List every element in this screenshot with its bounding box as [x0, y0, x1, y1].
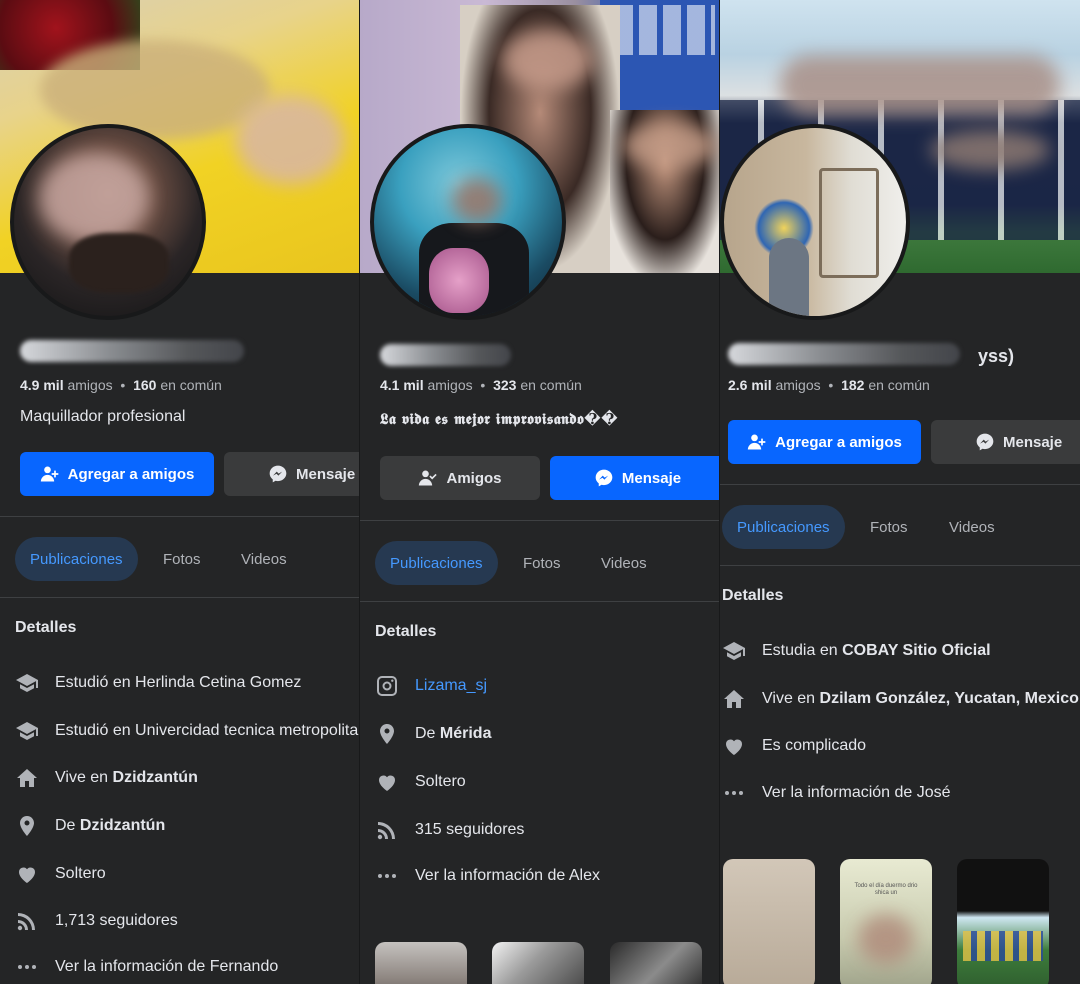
tab-videos[interactable]: Videos: [586, 541, 662, 585]
location-pin-icon: [375, 722, 399, 746]
instagram-icon: [375, 674, 399, 698]
graduation-cap-icon: [15, 719, 39, 743]
profile-name-suffix: yss): [978, 346, 1015, 366]
tab-publicaciones[interactable]: Publicaciones: [722, 505, 845, 549]
profile-bio: Maquillador profesional: [20, 408, 186, 425]
home-icon: [15, 766, 39, 790]
tab-publicaciones[interactable]: Publicaciones: [15, 537, 138, 581]
story-thumbnail[interactable]: [723, 859, 815, 984]
detail-lives-in: Vive en Dzilam González, Yucatan, Mexico: [722, 687, 1079, 711]
story-thumbnail[interactable]: [375, 942, 467, 984]
rss-icon: [375, 818, 399, 842]
divider: [360, 601, 719, 602]
divider: [0, 597, 359, 598]
detail-from: De Dzidzantún: [15, 814, 165, 838]
detail-education-1: Estudió en Herlinda Cetina Gomez: [15, 671, 301, 695]
detail-from: De Mérida: [375, 722, 491, 746]
profile-panel-fernando: 4.9 mil amigos • 160 en común Maquillado…: [0, 0, 359, 984]
tab-fotos[interactable]: Fotos: [508, 541, 576, 585]
blurred-faces: [930, 130, 1050, 170]
messenger-icon: [269, 465, 287, 483]
friend-stats: 4.1 mil amigos • 323 en común: [380, 377, 582, 393]
graduation-cap-icon: [722, 639, 746, 663]
divider: [360, 520, 719, 521]
add-friend-icon: [747, 434, 766, 450]
see-more-info-link[interactable]: Ver la información de Fernando: [15, 955, 278, 979]
profile-avatar[interactable]: [370, 124, 566, 320]
location-pin-icon: [15, 814, 39, 838]
story-thumbnail[interactable]: [492, 942, 584, 984]
heart-icon: [15, 862, 39, 886]
profile-bio: 𝕷𝖆 𝖛𝖎𝖉𝖆 𝖊𝖘 𝖒𝖊𝖏𝖔𝖗 𝖎𝖒𝖕𝖗𝖔𝖛𝖎𝖘𝖆𝖓𝖉𝖔��: [380, 410, 619, 428]
heart-icon: [375, 770, 399, 794]
blurred-face: [622, 123, 718, 168]
friend-stats: 2.6 mil amigos • 182 en común: [728, 377, 930, 393]
story-thumbnail[interactable]: [610, 942, 702, 984]
friends-button[interactable]: Amigos: [380, 456, 540, 500]
message-button[interactable]: Mensaje: [224, 452, 359, 496]
profile-avatar[interactable]: [720, 124, 910, 320]
detail-education: Estudia en COBAY Sitio Oficial: [722, 639, 991, 663]
friends-check-icon: [419, 470, 438, 486]
message-button[interactable]: Mensaje: [931, 420, 1080, 464]
story-thumbnail[interactable]: [957, 859, 1049, 984]
tab-fotos[interactable]: Fotos: [148, 537, 216, 581]
tab-fotos[interactable]: Fotos: [855, 505, 923, 549]
add-friend-icon: [40, 466, 58, 482]
see-more-info-link[interactable]: Ver la información de Alex: [375, 864, 600, 888]
home-icon: [722, 687, 746, 711]
messenger-icon: [595, 469, 613, 487]
tab-videos[interactable]: Videos: [226, 537, 302, 581]
profile-panel-alex: 4.1 mil amigos • 323 en común 𝕷𝖆 𝖛𝖎𝖉𝖆 𝖊𝖘…: [360, 0, 719, 984]
detail-followers: 315 seguidores: [375, 818, 524, 842]
see-more-info-link[interactable]: Ver la información de José: [722, 781, 951, 805]
blurred-profile-name: [20, 340, 244, 362]
details-title: Detalles: [375, 623, 437, 640]
blurred-faces: [780, 55, 1060, 115]
details-title: Detalles: [722, 587, 784, 604]
message-button[interactable]: Mensaje: [550, 456, 719, 500]
detail-education-2: Estudió en Univercidad tecnica metropoli…: [15, 719, 359, 743]
tab-publicaciones[interactable]: Publicaciones: [375, 541, 498, 585]
divider: [720, 484, 1080, 485]
profile-panel-jose: yss) 2.6 mil amigos • 182 en común Agreg…: [720, 0, 1080, 984]
profile-avatar[interactable]: [10, 124, 206, 320]
more-dots-icon: [375, 864, 399, 888]
detail-followers: 1,713 seguidores: [15, 909, 178, 933]
messenger-icon: [976, 433, 994, 451]
tab-videos[interactable]: Videos: [934, 505, 1010, 549]
divider: [720, 565, 1080, 566]
friend-stats: 4.9 mil amigos • 160 en común: [20, 377, 222, 393]
details-title: Detalles: [15, 619, 77, 636]
instagram-link[interactable]: Lizama_sj: [415, 677, 487, 695]
blurred-profile-name: [728, 343, 960, 365]
heart-icon: [722, 734, 746, 758]
detail-relationship: Es complicado: [722, 734, 866, 758]
story-caption: Todo el día duermo drio shica un: [854, 883, 918, 897]
more-dots-icon: [15, 955, 39, 979]
divider: [0, 516, 359, 517]
graduation-cap-icon: [15, 671, 39, 695]
story-thumbnail[interactable]: Todo el día duermo drio shica un: [840, 859, 932, 984]
add-friend-button[interactable]: Agregar a amigos: [728, 420, 921, 464]
blurred-profile-name: [380, 344, 511, 366]
blurred-face: [502, 30, 594, 90]
detail-relationship: Soltero: [375, 770, 466, 794]
detail-relationship: Soltero: [15, 862, 106, 886]
detail-lives-in: Vive en Dzidzantún: [15, 766, 198, 790]
blurred-face: [235, 95, 345, 185]
more-dots-icon: [722, 781, 746, 805]
detail-instagram[interactable]: Lizama_sj: [375, 674, 487, 698]
rss-icon: [15, 909, 39, 933]
add-friend-button[interactable]: Agregar a amigos: [20, 452, 214, 496]
